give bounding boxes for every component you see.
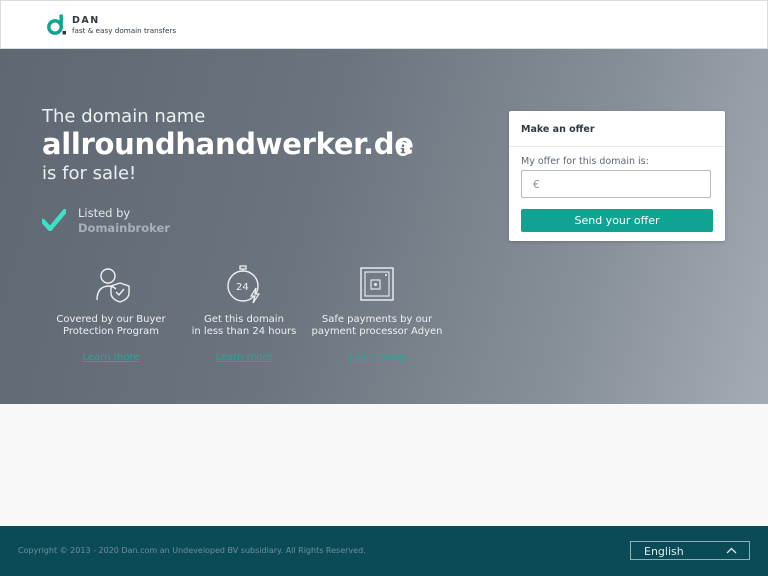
feature-text: Get this domain in less than 24 hours [174, 314, 314, 338]
listed-by-label: Listed by [78, 206, 131, 220]
feature-text: Safe payments by our payment processor A… [307, 314, 447, 338]
dan-logo-icon[interactable] [47, 14, 67, 35]
language-select[interactable]: English [630, 541, 750, 560]
info-icon[interactable] [396, 142, 410, 156]
listed-by-value: Domainbroker [78, 221, 170, 235]
offer-card-title: Make an offer [521, 124, 595, 135]
safe-icon [360, 267, 394, 301]
footer: Copyright © 2013 - 2020 Dan.com an Undev… [0, 526, 768, 576]
top-navigation-bar: DAN fast & easy domain transfers [0, 0, 768, 49]
learn-more-link[interactable]: Learn more [348, 352, 405, 363]
send-offer-button[interactable]: Send your offer [521, 209, 713, 232]
feature-text-line: Protection Program [63, 326, 159, 337]
language-selected-value: English [644, 545, 684, 558]
offer-amount-input[interactable]: € [521, 170, 711, 198]
feature-text-line: Covered by our Buyer [56, 314, 166, 325]
svg-text:24: 24 [236, 282, 249, 293]
offer-amount-label: My offer for this domain is: [521, 156, 649, 167]
make-offer-card: Make an offer My offer for this domain i… [509, 111, 725, 241]
feature-text: Covered by our Buyer Protection Program [41, 314, 181, 338]
brand-tagline: fast & easy domain transfers [72, 26, 177, 35]
feature-fast-transfer: 24 Get this domain in less than 24 hours… [174, 264, 314, 364]
feature-text-line: Safe payments by our [321, 314, 433, 325]
hero-post-title: is for sale! [42, 163, 137, 184]
shield-person-icon [96, 268, 130, 303]
learn-more-link[interactable]: Learn more [215, 352, 272, 363]
feature-text-line: Get this domain [204, 314, 284, 325]
domain-name-heading: allroundhandwerker.de [42, 127, 414, 161]
feature-safe-payments: Safe payments by our payment processor A… [307, 264, 447, 364]
copyright-text: Copyright © 2013 - 2020 Dan.com an Undev… [18, 546, 366, 555]
feature-buyer-protection: Covered by our Buyer Protection Program … [41, 264, 181, 364]
currency-symbol: € [533, 179, 540, 191]
stopwatch-24-icon: 24 [227, 265, 261, 304]
chevron-up-icon [726, 547, 737, 554]
learn-more-link[interactable]: Learn more [82, 352, 139, 363]
checkmark-icon [42, 209, 66, 231]
brand-name: DAN [72, 15, 100, 26]
feature-text-line: in less than 24 hours [191, 326, 297, 337]
hero-pre-title: The domain name [42, 106, 206, 127]
feature-text-line: payment processor Adyen [311, 326, 443, 337]
